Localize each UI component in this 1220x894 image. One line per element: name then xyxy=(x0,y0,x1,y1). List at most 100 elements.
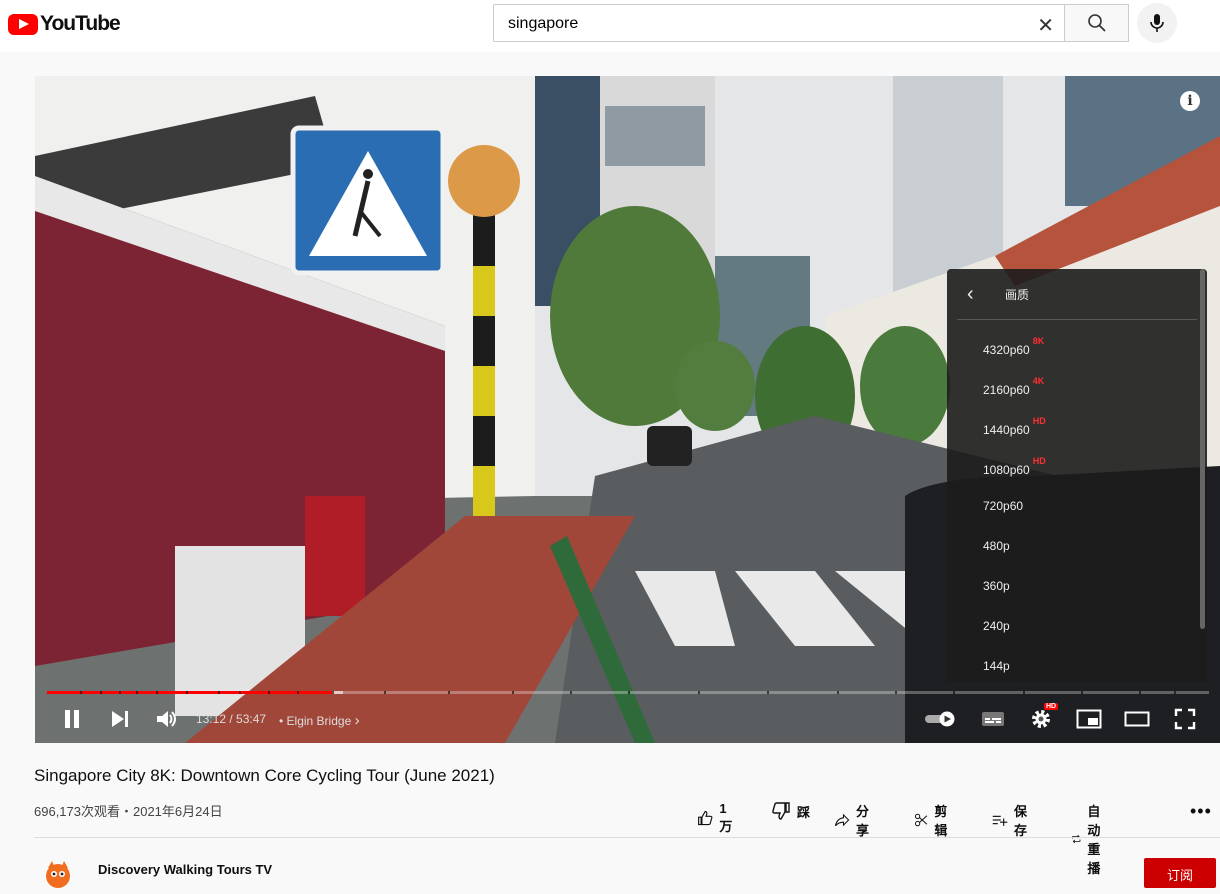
quality-option[interactable]: 1440p60HD xyxy=(947,406,1207,446)
chapter-marker xyxy=(1023,691,1026,694)
gear-icon xyxy=(1032,710,1050,728)
miniplayer-icon xyxy=(1076,709,1102,729)
dislike-label: 踩 xyxy=(797,804,811,820)
youtube-play-icon xyxy=(8,13,38,35)
video-meta: 696,173次观看・2021年6月24日 xyxy=(34,804,223,819)
menu-scrollbar[interactable] xyxy=(1200,269,1205,629)
voice-search-button[interactable] xyxy=(1137,3,1177,43)
quality-option-label: 240p xyxy=(983,619,1010,633)
clip-label: 剪辑 xyxy=(934,804,948,838)
quality-option[interactable]: 360p xyxy=(947,566,1207,606)
quality-options: 4320p608K 2160p604K 1440p60HD 1080p60HD 720p… xyxy=(947,326,1207,682)
quality-menu-title: 画质 xyxy=(1005,287,1030,302)
dislike-button[interactable]: 踩 xyxy=(771,801,810,821)
clear-search-icon[interactable]: ✕ xyxy=(1037,13,1054,38)
scissors-icon xyxy=(914,813,928,827)
like-button[interactable]: 1万 xyxy=(697,801,736,835)
time-display: 13:12 / 53:47 xyxy=(196,712,267,726)
chapter-marker xyxy=(511,691,514,694)
search-box: ✕ xyxy=(493,4,1065,42)
next-icon xyxy=(112,711,128,727)
subtitles-button[interactable] xyxy=(979,704,1007,734)
quality-badge: HD xyxy=(1032,416,1046,426)
pause-icon xyxy=(65,710,79,728)
info-icon[interactable]: i xyxy=(1180,91,1200,111)
autoplay-toggle-icon xyxy=(925,711,955,727)
search-button[interactable] xyxy=(1065,4,1129,42)
chapter-marker xyxy=(79,691,82,694)
channel-name[interactable]: Discovery Walking Tours TV xyxy=(98,862,272,877)
loop-icon xyxy=(1071,834,1081,844)
chapter-marker xyxy=(837,691,840,694)
quality-option[interactable]: 2160p604K xyxy=(947,366,1207,406)
top-bar: YouTube ✕ xyxy=(0,0,1220,52)
chapter-marker xyxy=(136,691,139,694)
loop-label: 自动重播 xyxy=(1087,804,1101,876)
chevron-right-icon: › xyxy=(354,712,360,729)
youtube-logo[interactable]: YouTube xyxy=(8,12,121,36)
quality-option-label: 144p xyxy=(983,659,1010,673)
video-player[interactable]: 1 i ‹ 画质 4320p608K2160p604K1440p60HD1080… xyxy=(35,76,1220,743)
share-label: 分享 xyxy=(856,804,870,838)
chapter-marker xyxy=(119,691,122,694)
theater-mode-icon xyxy=(1124,711,1150,727)
quality-option-label: 1440p60 xyxy=(983,423,1030,437)
chapter-marker xyxy=(296,691,299,694)
progress-bar[interactable] xyxy=(47,691,1209,694)
quality-option-label: 2160p60 xyxy=(983,383,1030,397)
quality-option[interactable]: 144p xyxy=(947,646,1207,682)
quality-option-label: 720p60 xyxy=(983,499,1024,513)
chapter-marker xyxy=(186,691,189,694)
chevron-left-icon[interactable]: ‹ xyxy=(957,283,995,306)
chapter-marker xyxy=(1139,691,1142,694)
quality-option-label: 360p xyxy=(983,579,1010,593)
channel-avatar[interactable] xyxy=(44,860,72,888)
player-controls: 13:12 / 53:47 • Elgin Bridge › HD xyxy=(35,701,1220,737)
quality-option-label: 1080p60 xyxy=(983,463,1030,477)
like-count: 1万 xyxy=(719,801,733,834)
settings-button[interactable]: HD xyxy=(1027,703,1059,734)
search-input[interactable] xyxy=(506,14,990,34)
quality-option[interactable]: 4320p608K xyxy=(947,326,1207,366)
theater-mode-button[interactable] xyxy=(1123,704,1151,734)
chapter-marker xyxy=(1081,691,1084,694)
loop-button[interactable]: 自动重播 xyxy=(1071,801,1112,877)
volume-icon xyxy=(157,711,176,727)
chapter-label: • Elgin Bridge xyxy=(279,714,352,728)
chapter-marker xyxy=(767,691,770,694)
subtitles-icon xyxy=(982,712,1004,726)
chapter-marker xyxy=(447,691,450,694)
more-actions-icon[interactable]: ••• xyxy=(1190,801,1212,822)
miniplayer-button[interactable] xyxy=(1075,704,1103,734)
chapter-marker xyxy=(100,691,103,694)
video-title: Singapore City 8K: Downtown Core Cycling… xyxy=(34,766,495,785)
fullscreen-icon xyxy=(1174,708,1196,730)
save-button[interactable]: 保存 xyxy=(992,801,1033,839)
chapter-marker xyxy=(697,691,700,694)
quality-badge: 8K xyxy=(1032,336,1045,346)
subscribe-button[interactable]: 订阅 xyxy=(1144,858,1216,888)
thumbs-up-icon xyxy=(698,810,713,826)
quality-option[interactable]: 480p xyxy=(947,526,1207,566)
divider xyxy=(34,837,1220,838)
quality-option[interactable]: 240p xyxy=(947,606,1207,646)
fullscreen-button[interactable] xyxy=(1171,704,1199,734)
pause-button[interactable] xyxy=(59,704,85,734)
autoplay-toggle[interactable] xyxy=(923,704,959,734)
quality-menu-header[interactable]: ‹ 画质 xyxy=(957,269,1197,320)
chapter-marker xyxy=(628,691,630,694)
quality-menu: ‹ 画质 4320p608K 2160p604K 1440p60HD 1080p60H… xyxy=(947,269,1207,682)
save-label: 保存 xyxy=(1014,804,1028,838)
quality-option[interactable]: 720p60 xyxy=(947,486,1207,526)
chapter-marker xyxy=(383,691,386,694)
next-button[interactable] xyxy=(107,704,133,734)
volume-button[interactable] xyxy=(153,704,181,734)
share-button[interactable]: 分享 xyxy=(834,801,875,839)
thumbs-down-icon xyxy=(772,802,790,820)
quality-option[interactable]: 1080p60HD xyxy=(947,446,1207,486)
clip-button[interactable]: 剪辑 xyxy=(914,801,953,839)
add-to-playlist-icon xyxy=(992,815,1008,826)
chapter-button[interactable]: • Elgin Bridge › xyxy=(279,712,360,729)
share-icon xyxy=(834,813,850,827)
chapter-marker xyxy=(569,691,572,694)
